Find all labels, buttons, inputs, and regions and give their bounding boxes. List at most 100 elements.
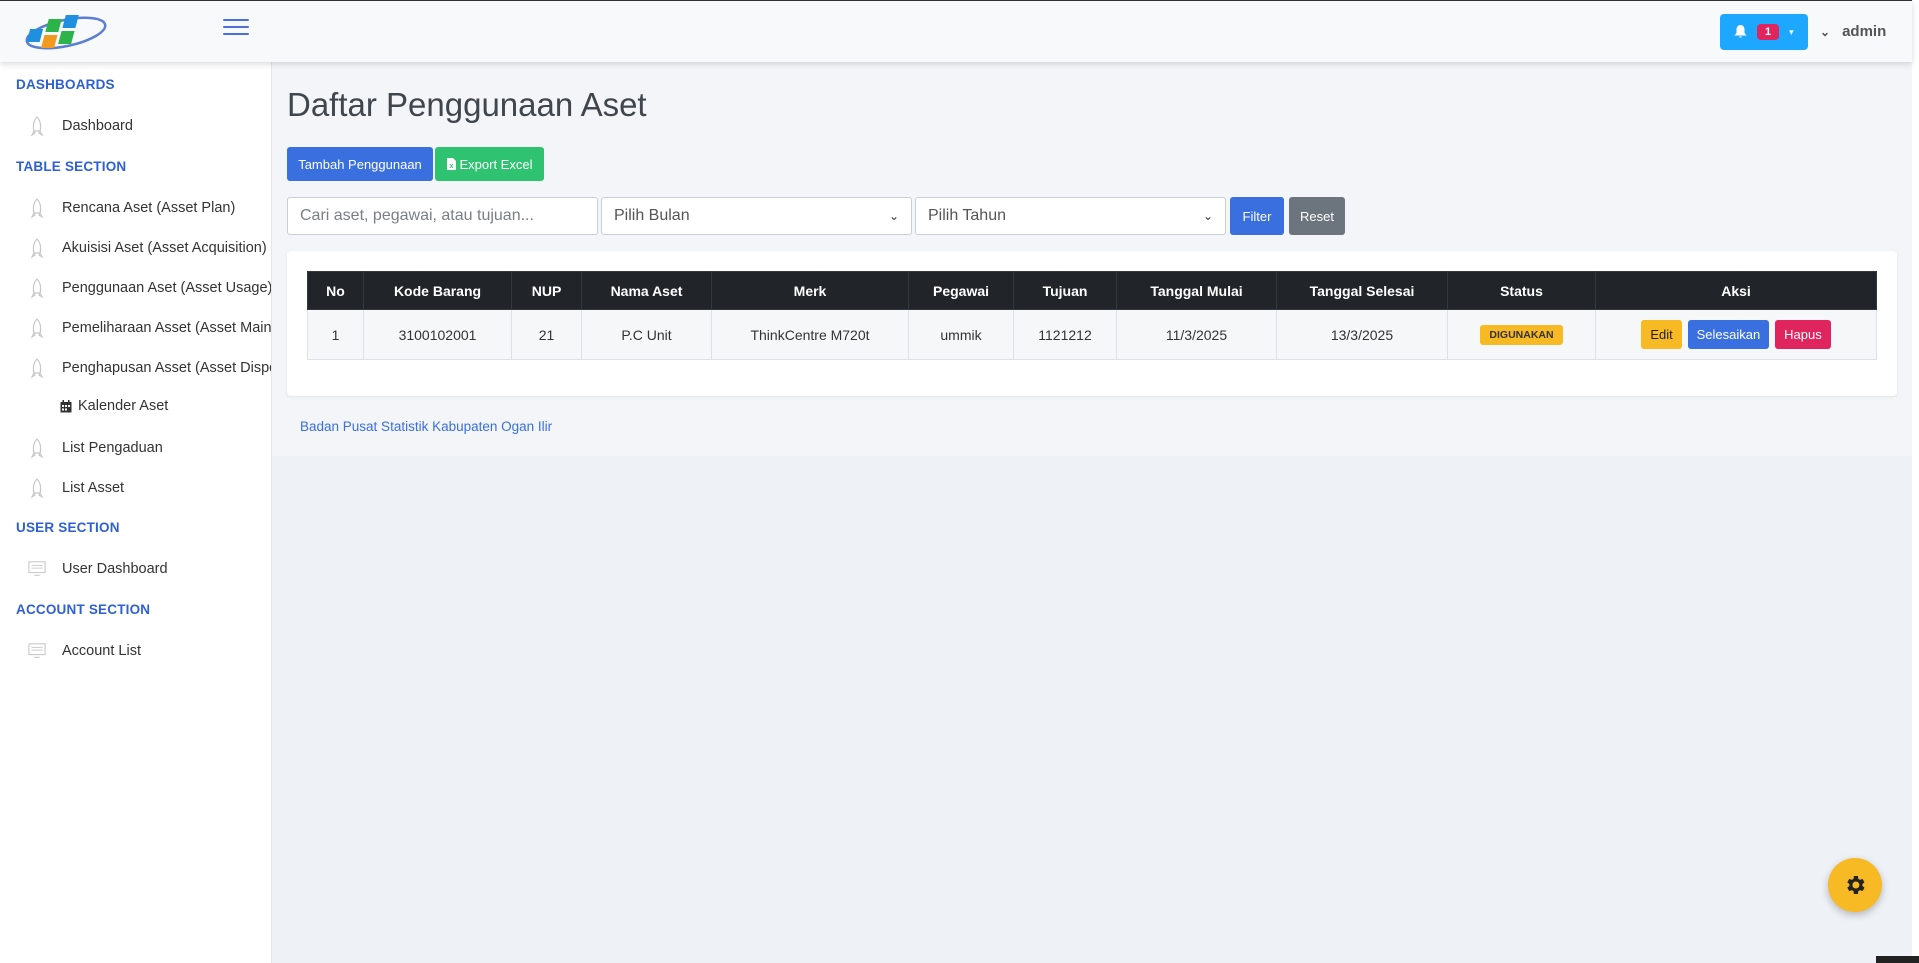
caret-down-icon: ▾ bbox=[1789, 26, 1794, 37]
sidebar-item-asset-plan[interactable]: Rencana Aset (Asset Plan) bbox=[28, 197, 235, 219]
table-card: No Kode Barang NUP Nama Aset Merk Pegawa… bbox=[287, 251, 1897, 396]
usage-table: No Kode Barang NUP Nama Aset Merk Pegawa… bbox=[307, 271, 1877, 360]
col-nama-aset: Nama Aset bbox=[581, 271, 712, 310]
rocket-icon bbox=[28, 317, 46, 339]
notification-button[interactable]: 1 ▾ bbox=[1720, 14, 1808, 50]
rocket-icon bbox=[28, 277, 46, 299]
sidebar-item-label: Akuisisi Aset (Asset Acquisition) bbox=[62, 240, 267, 256]
filter-button[interactable]: Filter bbox=[1230, 197, 1284, 235]
page-title: Daftar Penggunaan Aset bbox=[287, 86, 647, 123]
sidebar-item-account-list[interactable]: Account List bbox=[28, 640, 141, 662]
year-select[interactable]: Pilih Tahun ⌄ bbox=[915, 197, 1226, 235]
content-area: Daftar Penggunaan Aset Tambah Penggunaan… bbox=[272, 62, 1912, 456]
chevron-down-icon: ⌄ bbox=[1820, 24, 1831, 39]
rocket-icon bbox=[28, 357, 46, 379]
sidebar-item-asset-disposal[interactable]: Penghapusan Asset (Asset Disposa bbox=[28, 357, 272, 379]
bell-icon bbox=[1734, 25, 1747, 38]
main-content: Daftar Penggunaan Aset Tambah Penggunaan… bbox=[272, 62, 1912, 963]
taskbar-corner bbox=[1876, 956, 1919, 963]
export-excel-button[interactable]: x Export Excel bbox=[435, 147, 544, 181]
col-kode-barang: Kode Barang bbox=[363, 271, 512, 310]
col-status: Status bbox=[1447, 271, 1596, 310]
col-tujuan: Tujuan bbox=[1013, 271, 1117, 310]
table-row: 1 3100102001 21 P.C Unit ThinkCentre M72… bbox=[307, 309, 1877, 360]
status-badge: DIGUNAKAN bbox=[1480, 324, 1563, 345]
reset-button[interactable]: Reset bbox=[1289, 197, 1345, 235]
section-table: TABLE SECTION bbox=[16, 159, 127, 174]
col-tanggal-selesai: Tanggal Selesai bbox=[1276, 271, 1448, 310]
cell-tanggal-selesai: 13/3/2025 bbox=[1276, 309, 1448, 360]
chevron-down-icon: ⌄ bbox=[1202, 209, 1213, 223]
col-pegawai: Pegawai bbox=[908, 271, 1014, 310]
calendar-icon bbox=[60, 399, 72, 412]
cell-status: DIGUNAKAN bbox=[1447, 309, 1596, 360]
cell-no: 1 bbox=[307, 309, 364, 360]
sidebar-item-label: Kalender Aset bbox=[78, 398, 169, 414]
add-usage-button[interactable]: Tambah Penggunaan bbox=[287, 147, 433, 181]
section-account: ACCOUNT SECTION bbox=[16, 602, 151, 617]
footer-link[interactable]: Badan Pusat Statistik Kabupaten Ogan Ili… bbox=[300, 419, 552, 434]
delete-button[interactable]: Hapus bbox=[1775, 320, 1831, 349]
section-dashboards: DASHBOARDS bbox=[16, 77, 115, 92]
sidebar: DASHBOARDS Dashboard TABLE SECTION Renca… bbox=[0, 62, 272, 963]
monitor-icon bbox=[28, 640, 46, 662]
sidebar-item-asset-maintenance[interactable]: Pemeliharaan Asset (Asset Mainter bbox=[28, 317, 272, 339]
rocket-icon bbox=[28, 237, 46, 259]
monitor-icon bbox=[28, 558, 46, 580]
cell-tanggal-mulai: 11/3/2025 bbox=[1116, 309, 1277, 360]
cell-tujuan: 1121212 bbox=[1013, 309, 1117, 360]
cell-nama-aset: P.C Unit bbox=[581, 309, 712, 360]
cell-actions: Edit Selesaikan Hapus bbox=[1595, 309, 1877, 360]
sidebar-item-label: Rencana Aset (Asset Plan) bbox=[62, 200, 236, 216]
sidebar-item-label: Penghapusan Asset (Asset Disposa bbox=[62, 360, 272, 376]
user-name: admin bbox=[1842, 23, 1887, 40]
sidebar-item-label: Dashboard bbox=[62, 118, 133, 134]
sidebar-item-label: List Pengaduan bbox=[62, 440, 163, 456]
section-user: USER SECTION bbox=[16, 520, 120, 535]
year-select-value: Pilih Tahun bbox=[928, 207, 1006, 224]
sidebar-item-label: User Dashboard bbox=[62, 561, 168, 577]
sidebar-item-complaints[interactable]: List Pengaduan bbox=[28, 437, 163, 459]
menu-toggle-icon[interactable] bbox=[223, 19, 249, 39]
rocket-icon bbox=[28, 437, 46, 459]
sidebar-item-label: Account List bbox=[62, 643, 141, 659]
col-nup: NUP bbox=[511, 271, 582, 310]
cell-nup: 21 bbox=[511, 309, 582, 360]
sidebar-item-label: List Asset bbox=[62, 480, 125, 496]
sidebar-item-asset-acquisition[interactable]: Akuisisi Aset (Asset Acquisition) bbox=[28, 237, 267, 259]
top-header: 1 ▾ ⌄ admin bbox=[0, 0, 1912, 62]
search-input[interactable]: Cari aset, pegawai, atau tujuan... bbox=[287, 197, 598, 235]
sidebar-item-label: Penggunaan Aset (Asset Usage) bbox=[62, 280, 272, 296]
notification-count-badge: 1 bbox=[1757, 24, 1780, 40]
cell-kode-barang: 3100102001 bbox=[363, 309, 512, 360]
complete-button[interactable]: Selesaikan bbox=[1687, 320, 1770, 349]
export-excel-label: Export Excel bbox=[459, 156, 533, 172]
cell-merk: ThinkCentre M720t bbox=[711, 309, 909, 360]
sidebar-item-asset-usage[interactable]: Penggunaan Aset (Asset Usage) bbox=[28, 277, 272, 299]
excel-file-icon: x bbox=[446, 158, 456, 170]
svg-text:x: x bbox=[449, 163, 453, 170]
col-merk: Merk bbox=[711, 271, 909, 310]
month-select[interactable]: Pilih Bulan ⌄ bbox=[601, 197, 912, 235]
sidebar-item-asset-list[interactable]: List Asset bbox=[28, 477, 124, 499]
settings-button[interactable] bbox=[1828, 858, 1882, 912]
col-no: No bbox=[307, 271, 364, 310]
rocket-icon bbox=[28, 477, 46, 499]
table-header-row: No Kode Barang NUP Nama Aset Merk Pegawa… bbox=[307, 271, 1877, 310]
sidebar-item-user-dashboard[interactable]: User Dashboard bbox=[28, 558, 168, 580]
user-menu[interactable]: ⌄ admin bbox=[1820, 23, 1886, 40]
sidebar-item-asset-calendar[interactable]: Kalender Aset bbox=[60, 398, 168, 414]
sidebar-item-dashboard[interactable]: Dashboard bbox=[28, 115, 133, 137]
rocket-icon bbox=[28, 115, 46, 137]
rocket-icon bbox=[28, 197, 46, 219]
cell-pegawai: ummik bbox=[908, 309, 1014, 360]
col-aksi: Aksi bbox=[1595, 271, 1877, 310]
bps-logo[interactable] bbox=[22, 7, 108, 55]
edit-button[interactable]: Edit bbox=[1641, 320, 1682, 349]
gear-icon bbox=[1847, 876, 1865, 894]
chevron-down-icon: ⌄ bbox=[888, 209, 899, 223]
col-tanggal-mulai: Tanggal Mulai bbox=[1116, 271, 1277, 310]
sidebar-item-label: Pemeliharaan Asset (Asset Mainter bbox=[62, 320, 272, 336]
month-select-value: Pilih Bulan bbox=[614, 207, 690, 224]
scrollbar[interactable] bbox=[1912, 0, 1919, 963]
